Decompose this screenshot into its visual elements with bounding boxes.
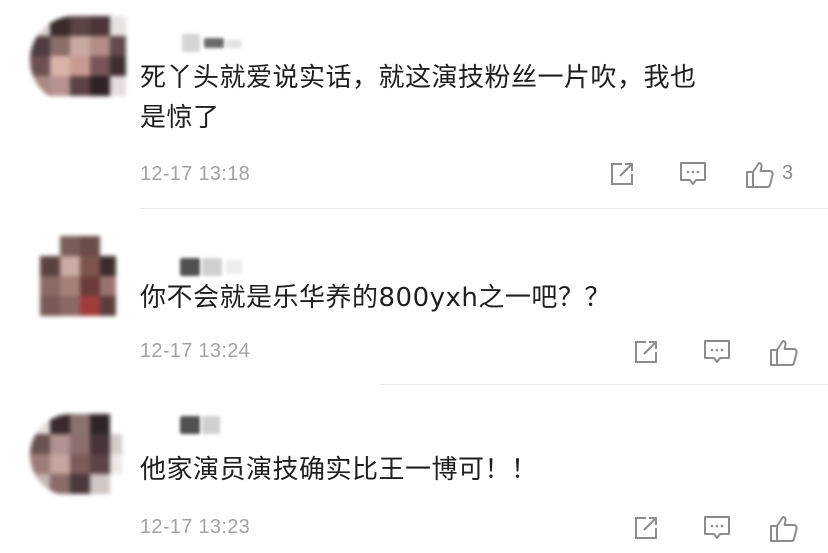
comment-timestamp: 12-17 13:24 xyxy=(140,340,251,362)
reply-button[interactable] xyxy=(672,156,712,192)
divider xyxy=(140,208,828,209)
comment-actions xyxy=(626,334,826,370)
comment-text-line: 是惊了 xyxy=(140,103,220,133)
comment-actions xyxy=(626,510,826,546)
username-redacted[interactable] xyxy=(180,258,242,276)
share-button[interactable] xyxy=(626,510,666,546)
comment-text: 他家演员演技确实比王一博可！！ xyxy=(140,450,538,490)
reply-button[interactable] xyxy=(696,510,736,546)
comment-actions: 3 xyxy=(602,156,822,192)
share-button[interactable] xyxy=(626,334,666,370)
comment-text-line: 死丫头就爱说实话，就这演技粉丝一片吹，我也 xyxy=(140,63,697,93)
avatar[interactable] xyxy=(30,16,126,104)
like-button[interactable]: 3 xyxy=(738,156,808,192)
like-button[interactable] xyxy=(762,334,812,370)
comment-item: 你不会就是乐华养的800yxh之一吧？？ 12-17 13:24 xyxy=(0,210,828,386)
like-count: 3 xyxy=(782,162,794,184)
username-redacted[interactable] xyxy=(180,416,240,434)
like-button[interactable] xyxy=(762,510,812,546)
avatar[interactable] xyxy=(30,414,122,496)
reply-button[interactable] xyxy=(696,334,736,370)
avatar[interactable] xyxy=(40,236,116,318)
comment-text-line: 他家演员演技确实比王一博可！！ xyxy=(140,455,538,485)
comment-timestamp: 12-17 13:23 xyxy=(140,516,251,538)
comment-text: 死丫头就爱说实话，就这演技粉丝一片吹，我也 是惊了 xyxy=(140,58,697,138)
comment-text-line: 你不会就是乐华养的800yxh之一吧？？ xyxy=(140,283,611,313)
comment-item: 他家演员演技确实比王一博可！！ 12-17 13:23 xyxy=(0,386,828,553)
comment-timestamp: 12-17 13:18 xyxy=(140,163,251,185)
comment-item: 死丫头就爱说实话，就这演技粉丝一片吹，我也 是惊了 12-17 13:18 3 xyxy=(0,0,828,210)
username-redacted[interactable] xyxy=(182,34,242,52)
divider xyxy=(380,384,828,385)
share-button[interactable] xyxy=(602,156,642,192)
comment-text: 你不会就是乐华养的800yxh之一吧？？ xyxy=(140,278,611,318)
